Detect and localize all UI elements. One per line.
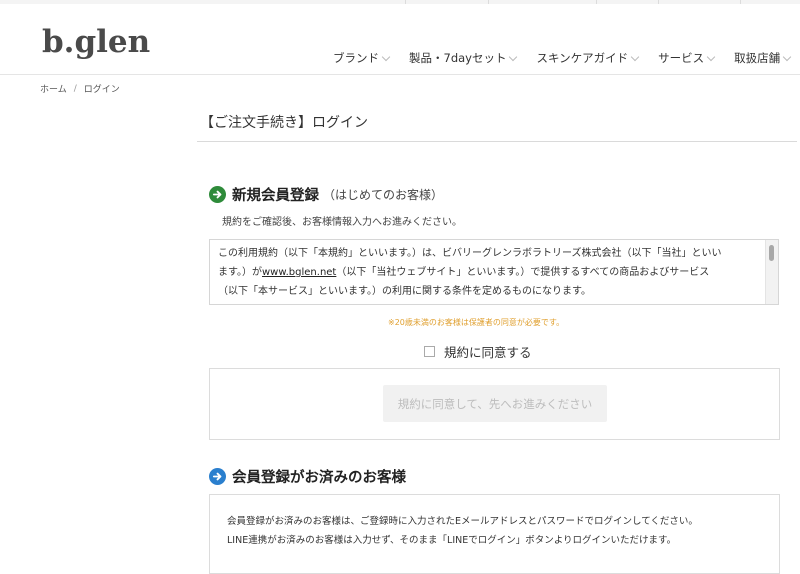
nav-item-label: スキンケアガイド — [536, 51, 629, 65]
agree-label[interactable]: 規約に同意する — [444, 342, 532, 361]
login-instructions: 会員登録がお済みのお客様は、ご登録時に入力されたEメールアドレスとパスワードでロ… — [227, 512, 698, 550]
site-header: b.glen ブランド 製品・7dayセット スキンケアガイド サービス 取扱店… — [0, 4, 800, 75]
nav-item-label: 取扱店舗 — [734, 51, 781, 65]
chevron-down-icon — [509, 52, 518, 61]
chevron-down-icon — [630, 52, 640, 61]
login-panel: 会員登録がお済みのお客様は、ご登録時に入力されたEメールアドレスとパスワードでロ… — [209, 494, 780, 574]
breadcrumb-current: ログイン — [83, 85, 120, 95]
terms-scrollbar[interactable] — [765, 240, 778, 304]
nav-item-label: サービス — [658, 51, 705, 65]
divider — [197, 141, 797, 142]
main-nav: ブランド 製品・7dayセット スキンケアガイド サービス 取扱店舗 — [333, 48, 800, 68]
scrollbar-thumb[interactable] — [769, 245, 774, 261]
nav-item-products[interactable]: 製品・7dayセット — [409, 50, 518, 66]
age-notice: ※20歳未満のお客様は保護者の同意が必要です。 — [388, 318, 565, 327]
site-link[interactable]: www.bglen.net — [262, 267, 336, 278]
breadcrumb-home-link[interactable]: ホーム — [40, 82, 67, 95]
breadcrumb: ホーム / ログイン — [40, 82, 120, 96]
agree-checkbox[interactable] — [424, 346, 435, 357]
nav-item-skincare-guide[interactable]: スキンケアガイド — [536, 50, 640, 66]
existing-member-heading: 会員登録がお済みのお客様 — [209, 466, 406, 487]
terms-instruction: 規約をご確認後、お客様情報入力へお進みください。 — [222, 217, 462, 228]
chevron-down-icon — [782, 52, 792, 61]
nav-item-label: ブランド — [333, 51, 379, 65]
page-title: 【ご注文手続き】ログイン — [200, 115, 368, 131]
new-member-heading: 新規会員登録 （はじめてのお客様） — [209, 184, 443, 205]
nav-item-services[interactable]: サービス — [658, 50, 716, 66]
new-member-subtitle: （はじめてのお客様） — [323, 188, 444, 202]
nav-item-label: 製品・7dayセット — [409, 51, 507, 65]
terms-text: この利用規約（以下「本規約」といいます。）は、ビバリーグレンラボラトリーズ株式会… — [218, 244, 766, 301]
terms-text-segment: ます。）が — [218, 267, 262, 278]
login-instruction-line: 会員登録がお済みのお客様は、ご登録時に入力されたEメールアドレスとパスワードでロ… — [227, 516, 698, 527]
arrow-right-circle-icon — [209, 468, 226, 485]
nav-item-brand[interactable]: ブランド — [333, 50, 391, 66]
terms-line: この利用規約（以下「本規約」といいます。）は、ビバリーグレンラボラトリーズ株式会… — [218, 248, 722, 259]
terms-line: （以下「本サービス」といいます。）の利用に関する条件を定めるものになります。 — [218, 286, 591, 297]
nav-item-stores[interactable]: 取扱店舗 — [734, 50, 792, 66]
proceed-button[interactable]: 規約に同意して、先へお進みください — [383, 385, 607, 422]
breadcrumb-separator: / — [73, 83, 77, 94]
chevron-down-icon — [706, 52, 716, 61]
new-member-title: 新規会員登録 — [232, 188, 319, 204]
terms-line: ます。）がwww.bglen.net（以下「当社ウェブサイト」といいます。）で提… — [218, 263, 766, 282]
login-instruction-line: LINE連携がお済みのお客様は入力せず、そのまま「LINEでログイン」ボタンより… — [227, 535, 677, 546]
terms-text-segment: （以下「当社ウェブサイト」といいます。）で提供するすべての商品およびサービス — [336, 267, 710, 278]
existing-member-title: 会員登録がお済みのお客様 — [232, 470, 406, 486]
agree-terms-checkbox-row[interactable]: 規約に同意する — [424, 342, 532, 361]
arrow-right-circle-icon — [209, 186, 226, 203]
site-logo[interactable]: b.glen — [42, 24, 150, 60]
chevron-down-icon — [381, 52, 391, 61]
proceed-panel: 規約に同意して、先へお進みください — [209, 368, 780, 440]
terms-scroll-box[interactable]: この利用規約（以下「本規約」といいます。）は、ビバリーグレンラボラトリーズ株式会… — [209, 239, 779, 305]
